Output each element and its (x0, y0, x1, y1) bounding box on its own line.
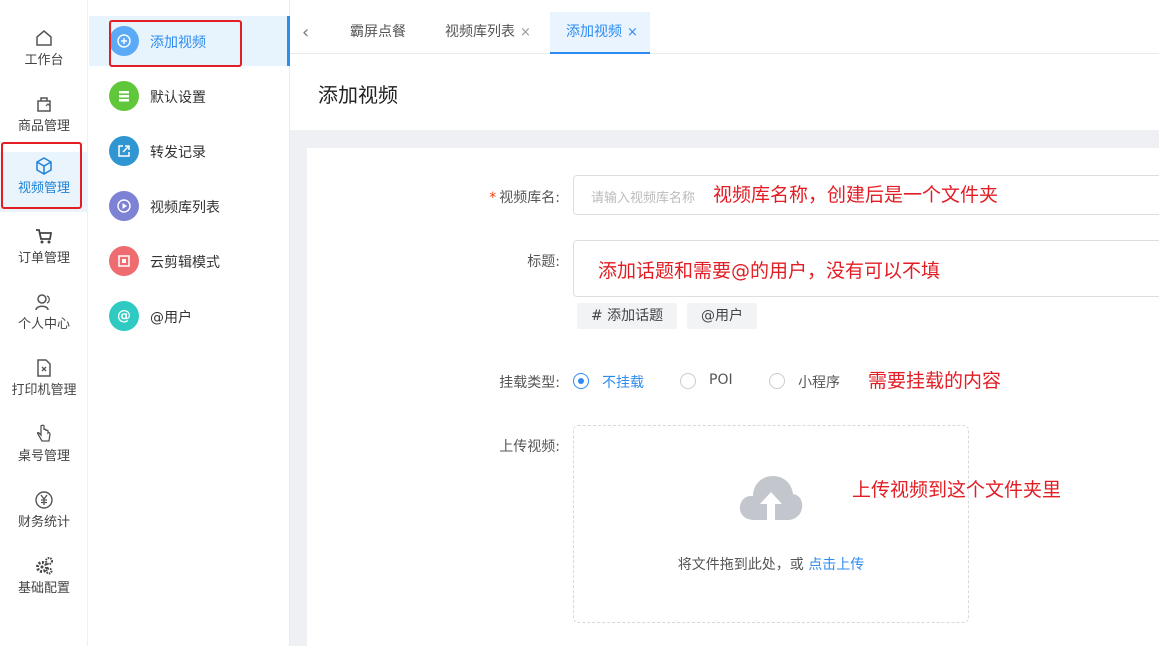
subnav-label: @用户 (150, 310, 192, 326)
annotation-mount: 需要挂载的内容 (868, 370, 1002, 392)
library-name-label: * 视频库名: (440, 187, 560, 207)
user-icon (35, 294, 50, 311)
upload-text: 将文件拖到此处，或 点击上传 (574, 554, 968, 574)
subnav-default-settings[interactable]: 默认设置 (89, 71, 290, 121)
nav-printer[interactable]: 打印机管理 (0, 354, 88, 414)
nav-label: 财务统计 (17, 515, 70, 530)
film-icon (109, 246, 139, 276)
play-icon (109, 191, 139, 221)
nav-products[interactable]: 商品管理 (0, 90, 88, 150)
page-title: 添加视频 (318, 83, 398, 107)
nav-label: 商品管理 (17, 119, 70, 134)
radio-label: 不挂载 (602, 375, 644, 391)
chevron-left-icon[interactable]: ‹ (302, 22, 309, 43)
tab-video-library[interactable]: 视频库列表 × (445, 12, 531, 54)
nav-label: 打印机管理 (11, 383, 77, 398)
subnav-video-library[interactable]: 视频库列表 (89, 181, 290, 231)
radio-dot (680, 373, 696, 389)
nav-orders[interactable]: 订单管理 (0, 222, 88, 282)
nav-label: 工作台 (24, 53, 64, 68)
title-label: 标题: (527, 254, 560, 270)
share-icon (109, 136, 139, 166)
radio-label: POI (709, 372, 733, 388)
nav-video[interactable]: 视频管理 (0, 152, 88, 212)
upload-hint: 将文件拖到此处，或 (677, 557, 804, 573)
list-icon (109, 81, 139, 111)
nav-profile[interactable]: 个人中心 (0, 288, 88, 348)
radio-label: 小程序 (798, 375, 840, 391)
nav-label: 桌号管理 (17, 449, 70, 464)
subnav-label: 默认设置 (150, 90, 206, 106)
nav-tables[interactable]: 桌号管理 (0, 420, 88, 480)
nav-workbench[interactable]: 工作台 (0, 24, 88, 84)
annotation-library: 视频库名称，创建后是一个文件夹 (713, 184, 999, 206)
close-icon[interactable]: × (627, 25, 638, 40)
subnav-cloud-edit[interactable]: 云剪辑模式 (89, 236, 290, 286)
mention-user-button[interactable]: @用户 (687, 303, 757, 329)
subnav-label: 云剪辑模式 (150, 255, 220, 271)
click-upload-link[interactable]: 点击上传 (808, 557, 864, 573)
nav-finance[interactable]: 财务统计 (0, 486, 88, 546)
secondary-sidebar: 添加视频 默认设置 转发记录 视频库列表 云剪辑模式 @ @用户 (89, 0, 290, 646)
annotation-upload: 上传视频到这个文件夹里 (852, 479, 1062, 501)
radio-dot (573, 373, 589, 389)
annotation-title: 添加话题和需要@的用户，没有可以不填 (598, 260, 941, 282)
tab-label: 添加视频 (566, 24, 622, 40)
add-topic-button[interactable]: # 添加话题 (577, 303, 678, 329)
subnav-label: 转发记录 (150, 145, 206, 161)
tab-bar: ‹ 霸屏点餐 视频库列表 × 添加视频 × (290, 12, 1159, 54)
home-icon (36, 30, 52, 46)
placeholder: 请输入视频库名称 (591, 191, 696, 206)
page-header: 添加视频 (290, 55, 1159, 130)
at-icon: @ (109, 301, 139, 331)
radio-dot (769, 373, 785, 389)
document-icon (37, 359, 51, 377)
required-mark: * (489, 190, 497, 206)
subnav-at-user[interactable]: @ @用户 (89, 291, 290, 341)
upload-dropzone[interactable]: 将文件拖到此处，或 点击上传 (573, 425, 969, 623)
tab-label: 霸屏点餐 (350, 24, 406, 40)
close-icon[interactable]: × (520, 25, 531, 40)
nav-label: 基础配置 (17, 581, 70, 596)
subnav-share-records[interactable]: 转发记录 (89, 126, 290, 176)
subnav-label: 视频库列表 (150, 200, 220, 216)
primary-sidebar: 工作台 商品管理 视频管理 订单管理 个人中心 打印机管理 桌号管理 财务统计 (0, 0, 88, 646)
mount-type-label: 挂载类型: (499, 375, 560, 391)
plus-circle-icon (109, 26, 139, 56)
bag-icon (37, 97, 51, 112)
nav-label: 个人中心 (17, 317, 70, 332)
tab-label: 视频库列表 (445, 24, 515, 40)
cube-icon (36, 157, 52, 175)
tab-bapin[interactable]: 霸屏点餐 (350, 12, 406, 54)
yen-icon (35, 491, 53, 509)
nav-settings[interactable]: 基础配置 (0, 552, 88, 612)
upload-label: 上传视频: (499, 439, 560, 455)
nav-label: 订单管理 (17, 251, 70, 266)
subnav-label: 添加视频 (150, 35, 206, 51)
label-text: 视频库名: (499, 190, 560, 206)
cart-icon (36, 229, 53, 244)
nav-label: 视频管理 (17, 181, 70, 196)
gears-icon (36, 557, 53, 575)
hand-icon (36, 424, 51, 442)
subnav-add-video[interactable]: 添加视频 (89, 16, 290, 66)
upload-cloud-icon (739, 476, 803, 520)
tab-add-video[interactable]: 添加视频 × (550, 12, 650, 54)
